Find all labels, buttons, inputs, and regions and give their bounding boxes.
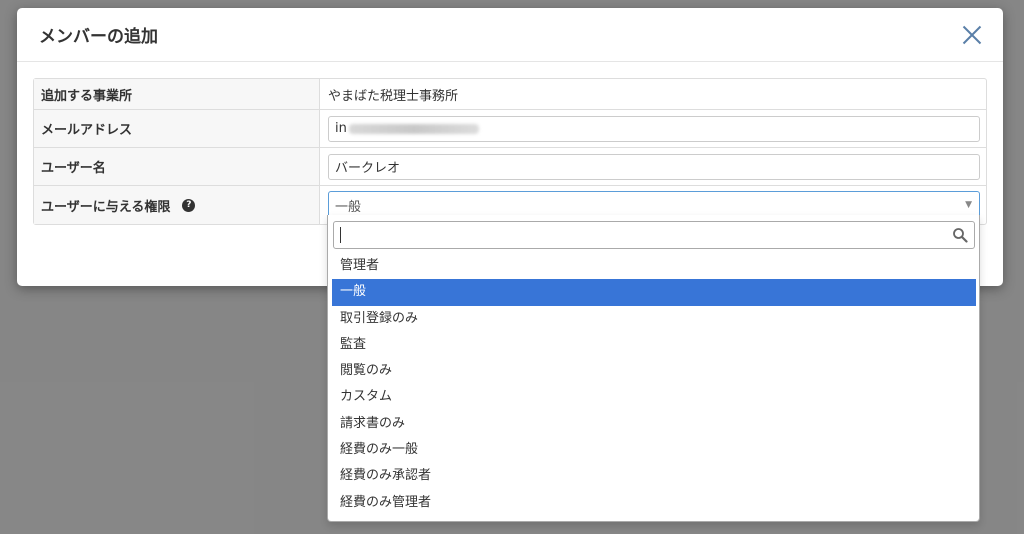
option-expense-admin[interactable]: 経費のみ管理者	[332, 490, 976, 516]
option-general[interactable]: 一般	[332, 279, 976, 306]
form-row-username: ユーザー名 バークレオ	[34, 148, 986, 186]
option-custom[interactable]: カスタム	[332, 384, 976, 410]
username-label: ユーザー名	[34, 148, 320, 185]
option-view-only[interactable]: 閲覧のみ	[332, 358, 976, 384]
question-circle-icon[interactable]: ?	[182, 198, 196, 212]
email-redacted	[348, 123, 479, 134]
option-audit[interactable]: 監査	[332, 332, 976, 358]
username-value: バークレオ	[335, 161, 401, 176]
option-transactions-only[interactable]: 取引登録のみ	[332, 306, 976, 332]
form-row-email: メールアドレス in	[34, 110, 986, 148]
close-icon[interactable]	[959, 22, 985, 48]
option-admin[interactable]: 管理者	[332, 253, 976, 279]
permission-dropdown: 管理者 一般 取引登録のみ 監査 閲覧のみ カスタム 請求書のみ 経費のみ一般 …	[327, 215, 980, 522]
option-expense-approver[interactable]: 経費のみ承認者	[332, 463, 976, 489]
office-value: やまばた税理士事務所	[328, 88, 459, 104]
email-field[interactable]: in	[328, 115, 980, 142]
username-field[interactable]: バークレオ	[328, 153, 980, 180]
permission-selected-value: 一般	[335, 199, 362, 215]
modal-header: メンバーの追加	[17, 8, 1003, 62]
modal-title: メンバーの追加	[39, 27, 158, 47]
form-row-office: 追加する事業所 やまばた税理士事務所	[34, 79, 986, 110]
permission-label: ユーザーに与える権限	[41, 199, 171, 215]
caret-down-icon: ▼	[965, 200, 972, 210]
search-icon	[953, 228, 968, 243]
permission-label-cell: ユーザーに与える権限 ?	[34, 186, 320, 224]
option-invoice-only[interactable]: 請求書のみ	[332, 411, 976, 437]
dropdown-options: 管理者 一般 取引登録のみ 監査 閲覧のみ カスタム 請求書のみ 経費のみ一般 …	[332, 253, 976, 516]
text-cursor	[340, 227, 341, 243]
email-value: in	[335, 121, 347, 136]
member-form: 追加する事業所 やまばた税理士事務所 メールアドレス in ユーザー名 バークレ…	[33, 78, 987, 225]
office-label: 追加する事業所	[34, 79, 320, 109]
dropdown-search-input[interactable]	[333, 221, 975, 249]
option-expense-general[interactable]: 経費のみ一般	[332, 437, 976, 463]
email-label: メールアドレス	[34, 110, 320, 147]
